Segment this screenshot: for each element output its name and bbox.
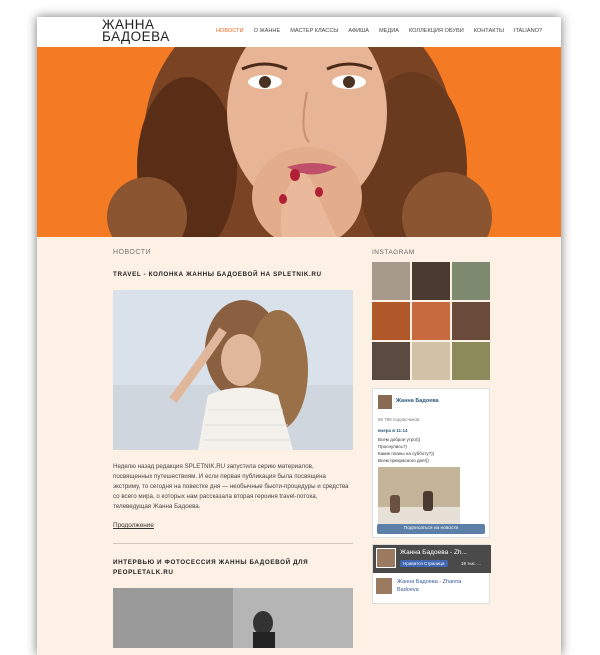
logo-line-2: БАДОЕВА — [102, 29, 170, 44]
vk-avatar[interactable] — [378, 395, 392, 409]
instagram-photo[interactable] — [372, 342, 410, 380]
post-image-bw-photoshoot — [113, 588, 353, 648]
vk-post-line: Какие планы на субботу?)) — [378, 451, 435, 456]
post-photo-2[interactable] — [113, 588, 353, 648]
news-column: НОВОСТИ TRAVEL - КОЛОНКА ЖАННЫ БАДОЕВОЙ … — [113, 237, 353, 648]
hero-portrait-image — [37, 47, 561, 237]
vk-subscribe-button[interactable]: Подписаться на новости — [377, 524, 485, 534]
instagram-photo[interactable] — [452, 302, 490, 340]
post-title-2[interactable]: ИНТЕРВЬЮ И ФОТОСЕССИЯ ЖАННЫ БАДОЕВОЙ ДЛЯ… — [113, 558, 353, 578]
nav-item-news[interactable]: НОВОСТИ — [211, 28, 249, 34]
fb-post-avatar[interactable] — [376, 578, 392, 594]
vk-subscribers: 86 786 подписчиков — [378, 417, 420, 422]
sidebar: INSTAGRAM Жанна Бадоева 86 786 подписчик… — [372, 237, 492, 604]
vk-post-line: Всем прекрасного дня!)) — [378, 458, 429, 463]
fb-post-author[interactable]: Жанна Бадоева - Zhanna Badoeva — [397, 578, 477, 594]
nav-item-media[interactable]: МЕДИА — [374, 28, 404, 34]
vk-post-line: Проснулись?) — [378, 444, 407, 449]
vk-post-image[interactable] — [378, 467, 460, 531]
vk-post-text: Всем доброе утро!)) Проснулись?) Какие п… — [378, 436, 434, 464]
post-excerpt-1: Неделю назад редакция SPLETNIK.RU запуст… — [113, 463, 349, 510]
instagram-photo[interactable] — [412, 302, 450, 340]
hero-banner — [37, 47, 561, 237]
site-logo[interactable]: ЖАННА БАДОЕВА — [102, 18, 170, 44]
instagram-photo[interactable] — [452, 262, 490, 300]
fb-like-label: Нравится Страница — [403, 561, 445, 566]
instagram-photo[interactable] — [452, 342, 490, 380]
fb-page-title[interactable]: Жанна Бадоева - Zh... — [400, 549, 467, 556]
nav-item-contacts[interactable]: КОНТАКТЫ — [469, 28, 509, 34]
vk-subscribe-label: Подписаться на новости — [403, 526, 459, 531]
fb-like-count: 19 тыс. ... — [461, 561, 482, 566]
nav-item-afisha[interactable]: АФИША — [343, 28, 374, 34]
nav-item-shoes[interactable]: КОЛЛЕКЦИЯ ОБУВИ — [404, 28, 469, 34]
vk-post-line: Всем доброе утро!)) — [378, 437, 421, 442]
instagram-photo[interactable] — [412, 342, 450, 380]
instagram-photo[interactable] — [412, 262, 450, 300]
nav-item-about[interactable]: О ЖАННЕ — [249, 28, 286, 34]
instagram-title: INSTAGRAM — [372, 249, 415, 256]
vk-widget: Жанна Бадоева 86 786 подписчиков вчера в… — [372, 388, 490, 538]
fb-avatar[interactable] — [376, 548, 396, 568]
browser-page: ЖАННА БАДОЕВА НОВОСТИ О ЖАННЕ МАСТЕР КЛА… — [37, 17, 561, 655]
vk-post-time[interactable]: вчера в 11:14 — [378, 428, 408, 433]
post-photo-1[interactable] — [113, 290, 353, 450]
instagram-grid — [372, 262, 492, 380]
facebook-widget: Жанна Бадоева - Zh... Нравится Страница … — [372, 544, 491, 604]
post-title-1[interactable]: TRAVEL - КОЛОНКА ЖАННЫ БАДОЕВОЙ НА SPLET… — [113, 270, 353, 280]
instagram-photo[interactable] — [372, 302, 410, 340]
fb-like-button[interactable]: Нравится Страница — [400, 560, 448, 567]
nav-item-master-classes[interactable]: МАСТЕР КЛАССЫ — [285, 28, 343, 34]
post-image-woman-windblown — [113, 290, 353, 450]
site-header: ЖАННА БАДОЕВА НОВОСТИ О ЖАННЕ МАСТЕР КЛА… — [37, 17, 561, 47]
instagram-photo[interactable] — [372, 262, 410, 300]
nav-item-italiano[interactable]: ITALIANO? — [509, 28, 547, 34]
post-divider — [113, 543, 353, 544]
section-title-news: НОВОСТИ — [113, 249, 152, 256]
main-nav: НОВОСТИ О ЖАННЕ МАСТЕР КЛАССЫ АФИША МЕДИ… — [211, 28, 547, 34]
vk-page-name[interactable]: Жанна Бадоева — [396, 398, 439, 404]
read-more-link-1[interactable]: Продолжение — [113, 522, 353, 529]
